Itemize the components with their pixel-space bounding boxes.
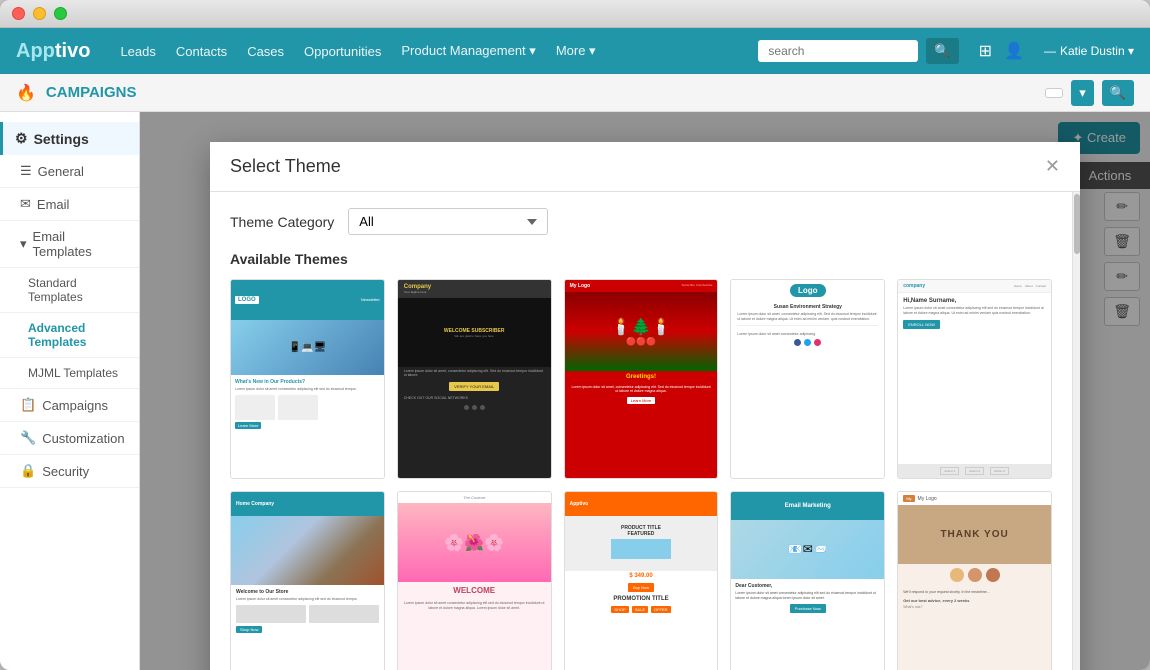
campaigns-icon: 📋	[20, 397, 36, 413]
brand-logo: Apptivo	[16, 40, 90, 63]
theme-preview-10: My My Logo THANK YOU	[898, 492, 1051, 670]
nav-leads[interactable]: Leads	[120, 44, 155, 59]
themes-grid: LOGO Newsletter 📱💻🖥 What's New in Our Pr…	[230, 279, 1052, 670]
theme-card-5[interactable]: company Home About Contact	[897, 279, 1052, 479]
nav-search-area: 🔍	[758, 38, 958, 64]
modal-body: Theme Category All Available Themes	[210, 192, 1072, 670]
theme-preview-1: LOGO Newsletter 📱💻🖥 What's New in Our Pr…	[231, 280, 384, 478]
theme-preview-3: My Logo Subscribe Unsubscribe 🕯️🌲🕯️ 🔴🔴🔴	[565, 280, 718, 478]
available-themes-label: Available Themes	[230, 251, 1052, 267]
campaigns-search-button[interactable]: ▾	[1071, 80, 1094, 106]
theme-preview-7: The Couture 🌸🌺🌸 WELCOME Lorem ipsum dolo…	[398, 492, 551, 670]
email-icon: ✉	[20, 196, 31, 212]
nav-cases[interactable]: Cases	[247, 44, 284, 59]
nav-more[interactable]: More ▾	[556, 43, 596, 59]
modal-content-area: Theme Category All Available Themes	[210, 192, 1080, 670]
search-input[interactable]	[758, 40, 918, 62]
campaigns-bar: 🔥 CAMPAIGNS ▾ 🔍	[0, 74, 1150, 112]
sidebar-item-email[interactable]: ✉ Email	[0, 188, 139, 221]
campaigns-dropdown[interactable]	[1045, 88, 1063, 98]
wrench-icon: 🔧	[20, 430, 36, 446]
theme-category-row: Theme Category All	[230, 208, 1052, 235]
modal-title: Select Theme	[230, 156, 341, 177]
modal-close-button[interactable]: ✕	[1045, 156, 1060, 177]
right-panel: ✦ Create Actions ✏ 🗑 ✏ 🗑 Select Theme ✕	[140, 112, 1150, 670]
theme-card-8[interactable]: Apptivo PRODUCT TITLEFEATURED	[564, 491, 719, 670]
sidebar-item-campaigns[interactable]: 📋 Campaigns	[0, 389, 139, 422]
sidebar-item-email-templates[interactable]: ▾ Email Templates	[0, 221, 139, 268]
sidebar-item-mjml-templates[interactable]: MJML Templates	[0, 358, 139, 389]
modal-overlay[interactable]: Select Theme ✕ Theme Category All	[140, 112, 1150, 670]
theme-preview-5: company Home About Contact	[898, 280, 1051, 478]
close-button[interactable]	[12, 7, 25, 20]
minimize-button[interactable]	[33, 7, 46, 20]
title-bar	[0, 0, 1150, 28]
theme-card-7[interactable]: The Couture 🌸🌺🌸 WELCOME Lorem ipsum dolo…	[397, 491, 552, 670]
theme-preview-9: Email Marketing 📧✉📨 Dear Customer, Lorem…	[731, 492, 884, 670]
select-theme-modal: Select Theme ✕ Theme Category All	[210, 142, 1080, 670]
nav-opportunities[interactable]: Opportunities	[304, 44, 381, 59]
modal-header: Select Theme ✕	[210, 142, 1080, 192]
theme-card-2[interactable]: Company Your tagline here WELCOME SUBSCR…	[397, 279, 552, 479]
sidebar-item-customization[interactable]: 🔧 Customization	[0, 422, 139, 455]
gear-icon: ⚙	[15, 130, 28, 147]
campaigns-title: CAMPAIGNS	[46, 84, 137, 101]
theme-category-select[interactable]: All	[348, 208, 548, 235]
theme-category-label: Theme Category	[230, 214, 334, 230]
theme-card-6[interactable]: Home Company Welcome to Our Store Lorem …	[230, 491, 385, 670]
lock-icon: 🔒	[20, 463, 36, 479]
user-icon[interactable]: 👤	[1004, 41, 1024, 61]
sidebar-item-security[interactable]: 🔒 Security	[0, 455, 139, 488]
search-button[interactable]: 🔍	[926, 38, 958, 64]
sidebar-item-general[interactable]: ☰ General	[0, 155, 139, 188]
theme-preview-4: Logo Susan Environment Strategy Lorem ip…	[731, 280, 884, 478]
list-icon: ☰	[20, 163, 32, 179]
theme-card-4[interactable]: Logo Susan Environment Strategy Lorem ip…	[730, 279, 885, 479]
settings-section-title: ⚙ Settings	[0, 122, 139, 155]
nav-icons: ⊞ 👤	[979, 41, 1024, 61]
mac-window: Apptivo Leads Contacts Cases Opportuniti…	[0, 0, 1150, 670]
theme-card-3[interactable]: My Logo Subscribe Unsubscribe 🕯️🌲🕯️ 🔴🔴🔴	[564, 279, 719, 479]
navbar: Apptivo Leads Contacts Cases Opportuniti…	[0, 28, 1150, 74]
nav-product-management[interactable]: Product Management ▾	[401, 43, 535, 59]
chevron-down-icon: ▾	[20, 236, 27, 252]
theme-card-9[interactable]: Email Marketing 📧✉📨 Dear Customer, Lorem…	[730, 491, 885, 670]
sidebar-item-advanced-templates[interactable]: Advanced Templates	[0, 313, 139, 358]
theme-card-1[interactable]: LOGO Newsletter 📱💻🖥 What's New in Our Pr…	[230, 279, 385, 479]
nav-contacts[interactable]: Contacts	[176, 44, 227, 59]
theme-preview-6: Home Company Welcome to Our Store Lorem …	[231, 492, 384, 670]
campaigns-bar-right: ▾ 🔍	[1045, 80, 1134, 106]
modal-scrollbar-thumb[interactable]	[1074, 194, 1080, 254]
grid-icon[interactable]: ⊞	[979, 41, 992, 61]
campaigns-flame-icon: 🔥	[16, 83, 36, 103]
sidebar-item-standard-templates[interactable]: Standard Templates	[0, 268, 139, 313]
theme-preview-8: Apptivo PRODUCT TITLEFEATURED	[565, 492, 718, 670]
sidebar: ⚙ Settings ☰ General ✉ Email ▾ Email Tem…	[0, 112, 140, 670]
main-layout: ⚙ Settings ☰ General ✉ Email ▾ Email Tem…	[0, 112, 1150, 670]
theme-preview-2: Company Your tagline here WELCOME SUBSCR…	[398, 280, 551, 478]
nav-user[interactable]: — Katie Dustin ▾	[1044, 44, 1134, 58]
modal-scrollbar-track[interactable]	[1072, 192, 1080, 670]
campaigns-filter-button[interactable]: 🔍	[1102, 80, 1134, 106]
maximize-button[interactable]	[54, 7, 67, 20]
theme-card-10[interactable]: My My Logo THANK YOU	[897, 491, 1052, 670]
